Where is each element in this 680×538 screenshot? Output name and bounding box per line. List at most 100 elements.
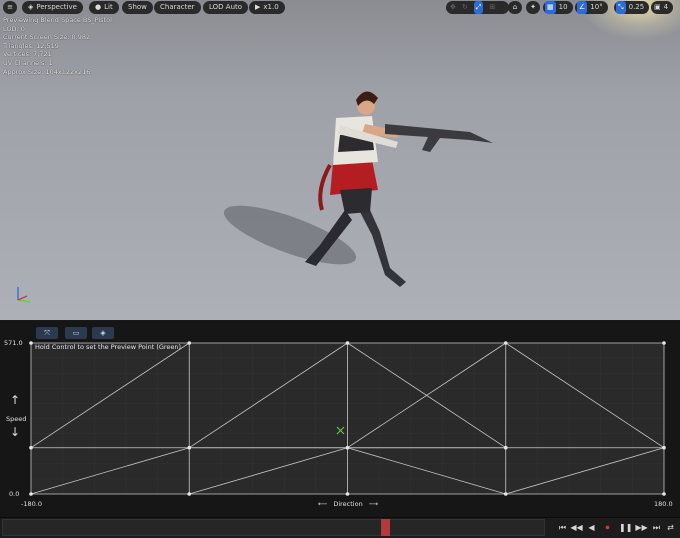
timeline-bar: ⏮ ◀◀ ◀ ⏺ ❚❚ ▶▶ ⏭ ⇄ (0, 517, 680, 538)
loop-icon: ⇄ (667, 523, 674, 532)
character-button[interactable]: Character (154, 1, 201, 14)
perspective-cube-icon: ◈ (28, 3, 34, 11)
grid-snap-value: 10 (558, 3, 568, 11)
stats-screen-size-line: Current Screen Size: 0.982 (3, 33, 91, 42)
axis-gizmo (17, 287, 31, 303)
record-icon: ⏺ (605, 523, 610, 532)
camera-speed-button[interactable]: ▣ 4 (651, 1, 674, 14)
surface-snap-button[interactable]: ✦ (526, 1, 540, 14)
y-axis-label: Speed (6, 415, 27, 423)
lod-label: LOD Auto (209, 3, 243, 11)
sample-point[interactable] (662, 341, 666, 345)
sample-point[interactable] (503, 341, 508, 345)
sample-point[interactable] (662, 492, 666, 496)
y-min-label: 0.0 (9, 490, 19, 498)
timeline-track[interactable] (2, 519, 545, 536)
stats-vertices-line: Vertices: 7,721 (3, 50, 52, 59)
stats-lod-line: LOD: 0 (3, 24, 25, 33)
arrow-down-icon: ↓ (10, 425, 21, 439)
stats-uv-channels-line: UV Channels: 1 (3, 58, 53, 67)
step-forward-button[interactable]: ▶▶ (635, 520, 648, 536)
lod-button[interactable]: LOD Auto (203, 1, 249, 14)
timeline-scrubber[interactable] (381, 519, 390, 536)
coordinate-space-button[interactable]: ⌂ (508, 1, 522, 14)
sample-point[interactable] (503, 492, 508, 496)
viewport-menu-button[interactable]: ≡ (3, 1, 17, 14)
scale-icon[interactable]: ⤢ (473, 1, 484, 14)
label-icon: ▭ (72, 329, 80, 337)
sample-point[interactable] (662, 445, 666, 450)
lit-button[interactable]: ● Lit (89, 1, 119, 14)
play-icon: ▶ (255, 3, 261, 11)
scale-snap-icon: ⤡ (616, 1, 626, 14)
sample-point[interactable] (187, 445, 192, 450)
playback-speed-button[interactable]: ▶ x1.0 (249, 1, 285, 14)
sample-point[interactable] (345, 492, 350, 496)
fit-view-button[interactable]: ⤧ (36, 327, 58, 339)
scale-snap-value: 0.25 (628, 3, 645, 11)
grid-snap-icon: ▦ (545, 1, 556, 14)
show-label: Show (128, 3, 147, 11)
show-triangulation-button[interactable]: ◈ (92, 327, 114, 339)
rotation-snap-button[interactable]: ∠ 10° (575, 1, 608, 14)
sample-point[interactable] (503, 445, 508, 450)
rotation-snap-value: 10° (590, 3, 603, 11)
fit-view-icon: ⤧ (44, 329, 50, 337)
skip-to-start-icon: ⏮ (558, 523, 567, 532)
skip-to-end-button[interactable]: ⏭ (650, 520, 663, 536)
arrow-up-icon: ↑ (10, 393, 21, 407)
transform-tools-group: ✥ ↻ ⤢ ⊞ (446, 1, 509, 14)
camera-icon: ▣ (654, 3, 661, 11)
y-max-label: 571.0 (4, 339, 23, 347)
lit-sphere-icon: ● (95, 3, 102, 11)
arrow-left-icon: ⟵ (318, 500, 328, 508)
rotate-icon[interactable]: ↻ (462, 1, 468, 14)
translate-icon[interactable]: ✥ (450, 1, 456, 14)
sample-point[interactable] (29, 341, 33, 345)
pause-button[interactable]: ❚❚ (619, 520, 632, 536)
lit-label: Lit (104, 3, 113, 11)
arrow-right-icon: ⟶ (368, 500, 379, 508)
play-reverse-icon: ◀ (588, 523, 595, 532)
playback-speed-label: x1.0 (263, 3, 279, 11)
x-axis-label-group: ⟵ Direction ⟶ (318, 500, 378, 508)
viewport[interactable]: ≡ ◈ Perspective ● Lit Show Character LOD… (0, 0, 680, 320)
world-globe-icon: ⌂ (512, 3, 518, 11)
grid-snap-button[interactable]: ▦ 10 (543, 1, 573, 14)
character-shadow (223, 205, 357, 265)
x-axis-label: Direction (333, 500, 363, 508)
step-back-button[interactable]: ◀◀ (570, 520, 583, 536)
rotation-snap-icon: ∠ (577, 1, 588, 14)
sample-point[interactable] (345, 341, 350, 345)
pause-icon: ❚❚ (619, 523, 633, 532)
record-button[interactable]: ⏺ (601, 520, 614, 536)
sample-point[interactable] (29, 492, 33, 496)
step-back-icon: ◀◀ (570, 523, 583, 532)
x-max-label: 180.0 (654, 500, 673, 508)
show-button[interactable]: Show (122, 1, 153, 14)
sample-point[interactable] (187, 492, 192, 496)
viewport-stats: Previewing Blend Space BS_Pistol LOD: 0 … (3, 16, 112, 76)
x-min-label: -180.0 (21, 500, 42, 508)
sample-point[interactable] (29, 445, 33, 450)
triangulation-icon: ◈ (100, 329, 106, 337)
character-label: Character (160, 3, 195, 11)
play-reverse-button[interactable]: ◀ (585, 520, 598, 536)
loop-button[interactable]: ⇄ (664, 520, 677, 536)
local-space-icon[interactable]: ⊞ (489, 1, 495, 14)
stats-approx-size-line: Approx Size: 104x122x216 (3, 67, 91, 76)
stats-preview-line: Previewing Blend Space BS_Pistol (3, 16, 112, 24)
hamburger-icon: ≡ (7, 3, 13, 11)
perspective-label: Perspective (36, 3, 77, 11)
sample-point[interactable] (187, 341, 192, 345)
blendspace-editor[interactable]: 571.0 0.0 -180.0 180.0 ⤧ ▭ ◈ Hold Control t… (0, 321, 680, 517)
surface-snap-icon: ✦ (530, 3, 536, 11)
skip-to-start-button[interactable]: ⏮ (556, 520, 569, 536)
step-forward-icon: ▶▶ (635, 523, 648, 532)
label-toggle-button[interactable]: ▭ (65, 327, 87, 339)
sample-point[interactable] (345, 445, 350, 450)
perspective-button[interactable]: ◈ Perspective (22, 1, 83, 14)
camera-speed-value: 4 (663, 3, 669, 11)
skip-to-end-icon: ⏭ (652, 523, 661, 532)
scale-snap-button[interactable]: ⤡ 0.25 (614, 1, 650, 14)
